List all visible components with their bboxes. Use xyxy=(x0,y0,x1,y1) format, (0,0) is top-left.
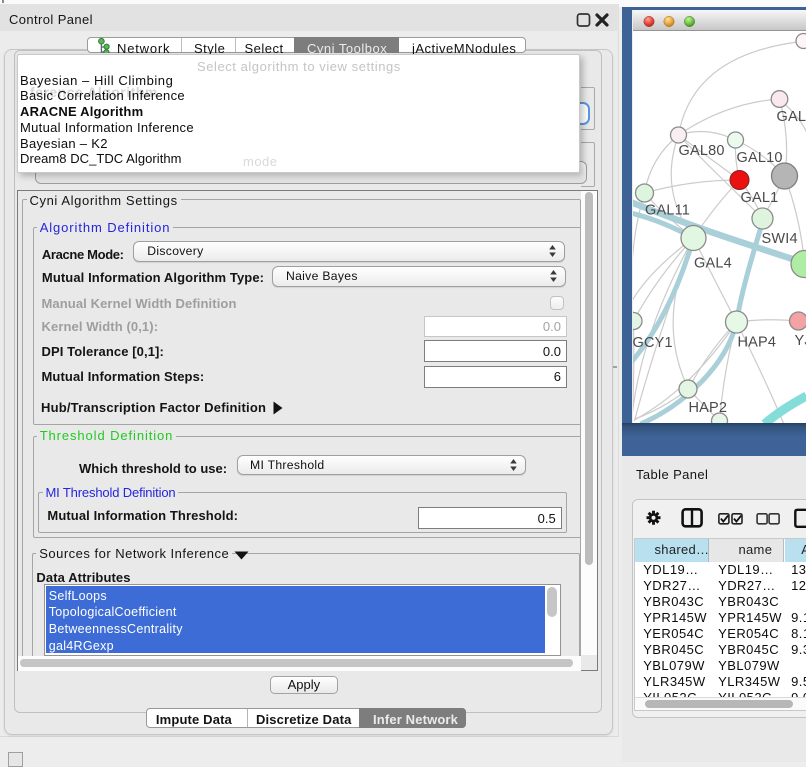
svg-text:GAL11: GAL11 xyxy=(645,203,690,219)
svg-text:GAL10: GAL10 xyxy=(736,150,782,166)
svg-text:HAP2: HAP2 xyxy=(688,400,727,416)
svg-text:YJL21: YJL21 xyxy=(794,333,806,349)
svg-text:HAP4: HAP4 xyxy=(737,335,776,351)
svg-text:GAL1: GAL1 xyxy=(740,190,778,206)
svg-text:GAL7: GAL7 xyxy=(776,109,806,125)
svg-text:GAL80: GAL80 xyxy=(678,143,724,159)
svg-text:GAL4: GAL4 xyxy=(694,256,732,272)
svg-text:SWI4: SWI4 xyxy=(761,231,797,247)
svg-text:GCY1: GCY1 xyxy=(633,335,673,351)
